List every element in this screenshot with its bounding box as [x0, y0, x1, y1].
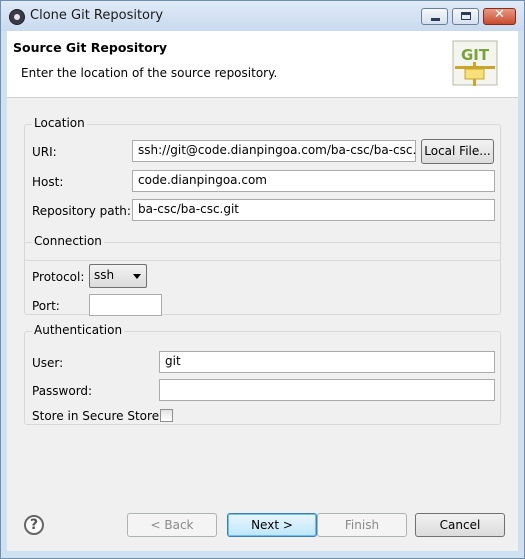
host-input[interactable]: code.dianpingoa.com — [132, 170, 495, 192]
dialog-window: Clone Git Repository ✕ Source Git Reposi… — [0, 0, 525, 559]
close-button[interactable]: ✕ — [483, 7, 516, 25]
secure-store-checkbox[interactable] — [160, 409, 173, 422]
page-description: Enter the location of the source reposit… — [21, 66, 278, 80]
app-icon — [9, 9, 25, 25]
connection-group-label: Connection — [32, 234, 104, 248]
window-title: Clone Git Repository — [30, 8, 164, 23]
cancel-button[interactable]: Cancel — [415, 513, 505, 537]
back-button[interactable]: < Back — [127, 513, 217, 537]
maximize-icon — [461, 12, 471, 20]
protocol-select[interactable]: ssh — [89, 264, 147, 288]
protocol-value: ssh — [94, 268, 115, 282]
location-group-label: Location — [32, 116, 87, 130]
git-logo-text: GIT — [461, 46, 490, 64]
chevron-down-icon — [133, 274, 141, 279]
user-label: User: — [32, 356, 64, 370]
help-icon[interactable]: ? — [24, 515, 44, 535]
password-input[interactable] — [159, 379, 495, 401]
user-input[interactable]: git — [159, 351, 495, 373]
wizard-header: Source Git Repository Enter the location… — [7, 31, 518, 98]
host-label: Host: — [32, 175, 64, 189]
git-logo-icon: GIT — [452, 40, 498, 86]
port-label: Port: — [32, 299, 60, 313]
uri-input[interactable]: ssh://git@code.dianpingoa.com/ba-csc/ba-… — [132, 140, 416, 162]
protocol-label: Protocol: — [32, 270, 85, 284]
authentication-group: Authentication User: git Password: Store… — [24, 323, 501, 425]
password-label: Password: — [32, 384, 93, 398]
dialog-body: Source Git Repository Enter the location… — [7, 31, 518, 551]
next-button[interactable]: Next > — [227, 513, 317, 537]
title-bar[interactable]: Clone Git Repository ✕ — [1, 1, 524, 31]
page-title: Source Git Repository — [13, 40, 168, 55]
connection-group: Connection Protocol: ssh Port: — [24, 234, 501, 316]
port-input[interactable] — [89, 294, 162, 316]
repository-path-label: Repository path: — [32, 204, 131, 218]
local-file-button[interactable]: Local File... — [421, 139, 494, 164]
uri-label: URI: — [32, 145, 57, 159]
close-icon: ✕ — [494, 7, 505, 22]
finish-button[interactable]: Finish — [317, 513, 407, 537]
minimize-button[interactable] — [421, 8, 448, 25]
secure-store-label: Store in Secure Store — [32, 409, 160, 423]
minimize-icon — [431, 18, 440, 21]
maximize-button[interactable] — [452, 8, 479, 25]
repository-path-input[interactable]: ba-csc/ba-csc.git — [132, 199, 495, 221]
authentication-group-label: Authentication — [32, 323, 125, 337]
